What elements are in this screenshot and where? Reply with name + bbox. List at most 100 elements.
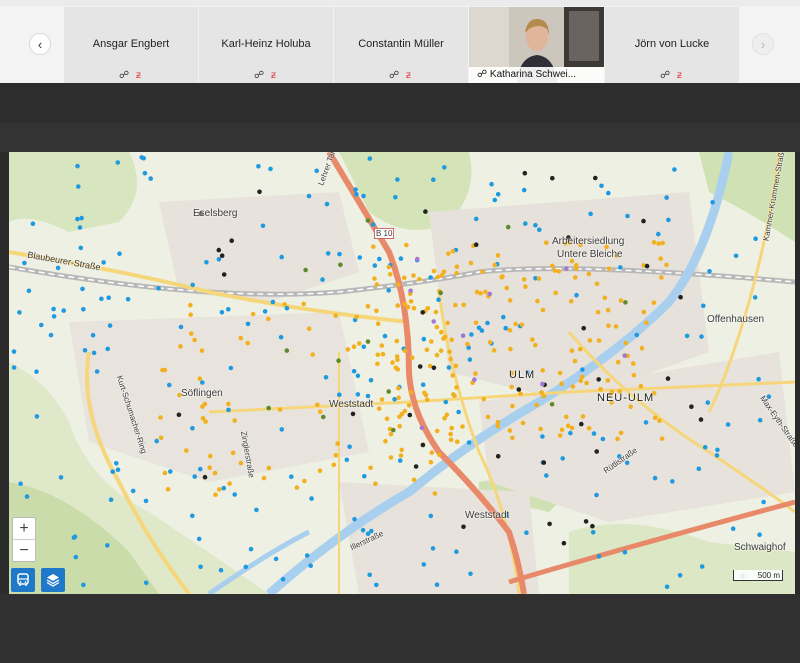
map-marker — [337, 392, 342, 397]
map-marker — [449, 425, 455, 431]
map-marker — [756, 376, 761, 382]
map-marker — [34, 414, 40, 419]
map-marker — [521, 277, 527, 282]
participant-tile[interactable]: Constantin Müller ☍ ƶ — [334, 7, 468, 83]
map-marker — [392, 397, 397, 402]
map-marker — [557, 433, 563, 438]
map-marker — [659, 436, 665, 442]
layers-button[interactable] — [41, 568, 65, 592]
participant-video-tile[interactable]: ☍ Katharina Schwei... — [469, 7, 604, 83]
map-marker — [365, 339, 371, 344]
map-marker — [260, 223, 266, 229]
map-marker — [79, 215, 84, 221]
zoom-out-button[interactable]: − — [13, 539, 35, 561]
map-marker — [539, 390, 544, 395]
map-marker — [461, 302, 467, 308]
map-marker — [365, 393, 371, 399]
map-marker — [226, 401, 231, 407]
map-marker — [660, 240, 665, 246]
map-marker — [344, 457, 350, 463]
map-marker — [634, 332, 640, 338]
map-marker — [34, 369, 39, 374]
participant-tile[interactable]: Ansgar Engbert ☍ ƶ — [64, 7, 198, 83]
map-marker — [162, 470, 168, 476]
map-marker — [125, 296, 131, 302]
chevron-left-icon[interactable]: ‹ — [30, 34, 50, 54]
map-marker — [22, 260, 27, 266]
map-marker — [423, 392, 429, 398]
map-marker — [590, 523, 595, 529]
map-label-ulm: ULM — [509, 369, 536, 381]
map-marker — [367, 572, 373, 578]
map-marker — [408, 390, 414, 395]
map-marker — [361, 193, 366, 199]
map-marker — [192, 337, 197, 343]
zoom-in-button[interactable]: + — [13, 518, 35, 539]
map-marker — [315, 402, 320, 408]
map-marker — [656, 241, 661, 246]
map-marker — [600, 436, 606, 442]
map-marker — [448, 437, 454, 443]
map-marker — [572, 275, 578, 280]
map-marker — [725, 422, 731, 427]
map-marker — [17, 310, 22, 315]
map-marker — [431, 177, 436, 182]
map-marker — [51, 314, 57, 319]
transit-layer-button[interactable] — [11, 568, 35, 592]
map-marker — [256, 164, 261, 169]
map-marker — [505, 224, 511, 230]
map-marker — [454, 264, 460, 269]
map-view[interactable]: Eselsberg Blaubeurer-Straße Arbeitersied… — [9, 152, 795, 594]
map-marker — [386, 389, 392, 394]
map-marker — [605, 307, 611, 313]
map-marker — [399, 411, 405, 417]
map-marker — [644, 263, 650, 269]
map-marker — [353, 187, 358, 192]
map-marker — [168, 469, 173, 474]
map-marker — [421, 336, 427, 342]
map-marker — [618, 430, 624, 436]
map-marker — [216, 257, 222, 262]
map-marker — [162, 367, 168, 373]
map-marker — [73, 554, 79, 560]
map-marker — [198, 466, 203, 472]
map-marker — [544, 240, 549, 245]
map-marker — [254, 507, 259, 513]
map-marker — [106, 295, 111, 300]
map-marker — [228, 365, 234, 371]
map-marker — [424, 397, 430, 402]
map-marker — [431, 365, 437, 371]
map-marker — [376, 406, 382, 411]
map-marker — [207, 465, 212, 471]
map-marker — [568, 430, 573, 436]
map-marker — [439, 329, 444, 335]
map-marker — [336, 358, 341, 363]
map-marker — [455, 439, 460, 445]
map-marker — [413, 464, 419, 469]
participant-tile[interactable]: Jörn von Lucke ☍ ƶ — [605, 7, 739, 83]
map-marker — [730, 526, 736, 531]
map-marker — [370, 222, 376, 227]
map-marker — [309, 496, 314, 501]
map-marker — [495, 192, 501, 197]
map-marker — [337, 251, 342, 257]
chevron-right-icon[interactable]: › — [753, 34, 773, 54]
layers-icon — [46, 574, 60, 587]
map-marker — [105, 543, 110, 548]
map-marker — [696, 466, 702, 472]
map-marker — [435, 274, 441, 280]
map-marker — [386, 264, 392, 270]
map-marker — [434, 428, 440, 434]
participant-status: ☍ ƶ — [334, 70, 468, 81]
map-marker — [411, 305, 417, 311]
participant-tile[interactable]: Karl-Heinz Holuba ☍ ƶ — [199, 7, 333, 83]
map-marker — [303, 267, 308, 273]
map-marker — [613, 324, 619, 329]
map-marker — [467, 357, 473, 362]
map-marker — [357, 341, 362, 346]
map-marker — [78, 245, 84, 251]
map-marker — [338, 262, 343, 268]
map-marker — [429, 339, 434, 344]
map-marker — [596, 338, 602, 343]
map-markers[interactable] — [9, 152, 795, 594]
